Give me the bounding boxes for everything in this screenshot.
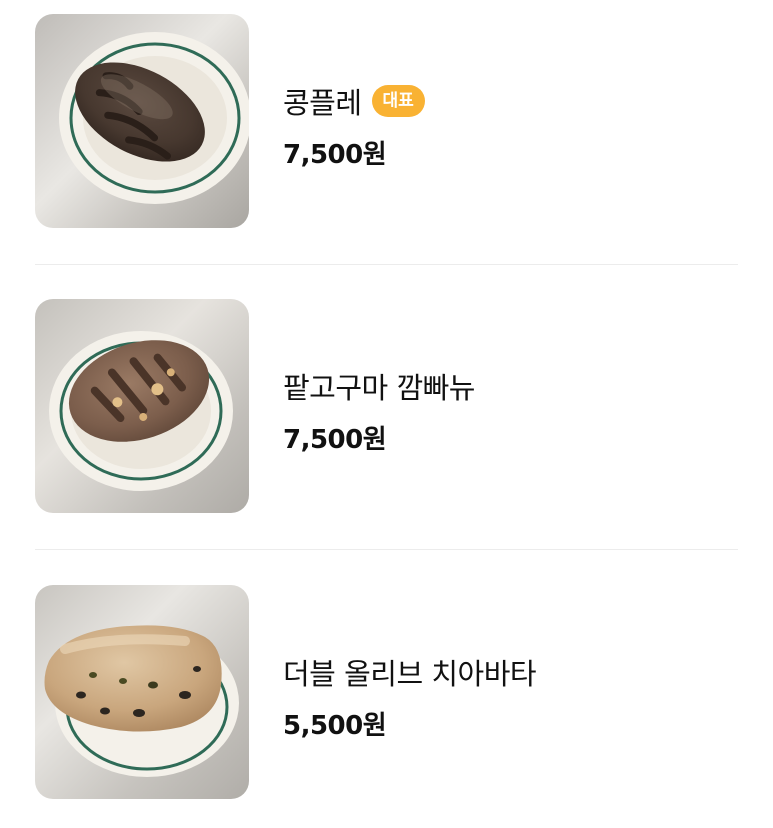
campagne-loaf-image[interactable] xyxy=(35,299,249,513)
olive-ciabatta-image[interactable] xyxy=(35,585,249,799)
menu-item[interactable]: 더블 올리브 치아바타 5,500원 xyxy=(0,585,773,800)
item-price: 7,500원 xyxy=(283,140,387,170)
divider xyxy=(35,264,738,265)
divider xyxy=(35,549,738,550)
bread-photo xyxy=(35,585,249,799)
item-name: 콩플레 xyxy=(283,86,362,120)
bread-photo xyxy=(35,299,249,513)
item-name: 팥고구마 깜빠뉴 xyxy=(283,371,475,405)
name-row: 팥고구마 깜빠뉴 xyxy=(283,365,475,407)
bread-photo xyxy=(35,14,249,228)
menu-item[interactable]: 팥고구마 깜빠뉴 7,500원 xyxy=(0,299,773,514)
item-name: 더블 올리브 치아바타 xyxy=(283,657,537,691)
item-price: 5,500원 xyxy=(283,711,387,741)
item-price: 7,500원 xyxy=(283,425,387,455)
name-row: 더블 올리브 치아바타 xyxy=(283,651,537,693)
menu-list: 콩플레 대표 7,500원 팥고구마 깜빠뉴 7,500원 더블 올리브 치아바… xyxy=(0,0,773,828)
menu-item[interactable]: 콩플레 대표 7,500원 xyxy=(0,14,773,229)
dark-rye-loaf-image[interactable] xyxy=(35,14,249,228)
signature-badge: 대표 xyxy=(371,85,425,117)
name-row: 콩플레 대표 xyxy=(283,80,425,122)
